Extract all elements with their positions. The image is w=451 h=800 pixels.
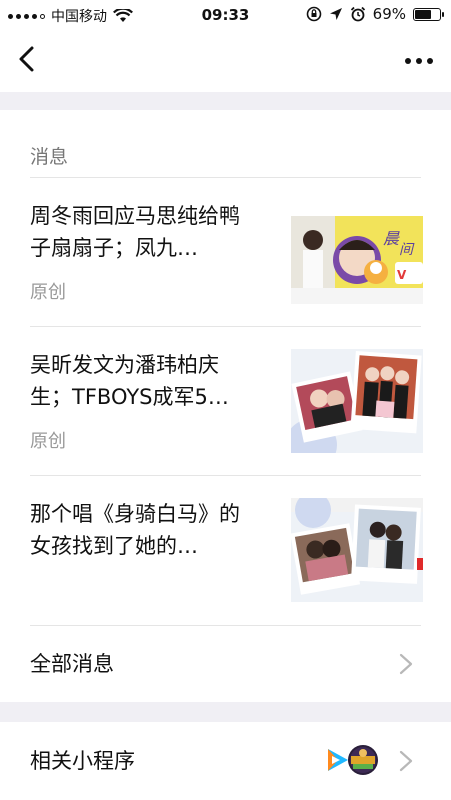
message-item[interactable]: 那个唱《身骑白马》的女孩找到了她的… (0, 476, 451, 624)
message-title: 周冬雨回应马思纯给鸭子扇扇子；凤九… (30, 204, 240, 260)
location-icon (329, 8, 342, 20)
all-messages-label: 全部消息 (30, 652, 114, 676)
message-thumbnail: 晨 间 V (291, 200, 423, 304)
message-title: 吴昕发文为潘玮柏庆生；TFBOYS成军5… (30, 353, 229, 409)
mini-program-icons (323, 744, 379, 776)
message-item[interactable]: 周冬雨回应马思纯给鸭子扇扇子；凤九… 原创 晨 间 V (0, 178, 451, 326)
message-title: 那个唱《身骑白马》的女孩找到了她的… (30, 502, 240, 558)
more-options-icon[interactable] (405, 58, 433, 64)
status-right: 69% (306, 5, 444, 23)
chevron-right-icon (399, 653, 413, 675)
message-thumbnail (291, 349, 423, 453)
svg-text:V: V (397, 268, 407, 282)
section-title: 消息 (30, 146, 69, 168)
mini-programs-label: 相关小程序 (30, 749, 135, 773)
chevron-right-icon (399, 750, 413, 772)
rotation-lock-icon (306, 6, 321, 22)
related-mini-programs-row[interactable]: 相关小程序 (0, 722, 451, 800)
battery-icon (413, 7, 444, 21)
message-item[interactable]: 吴昕发文为潘玮柏庆生；TFBOYS成军5… 原创 (0, 327, 451, 475)
message-tag: 原创 (30, 282, 66, 303)
status-bar: 中国移动 09:33 69% (0, 0, 451, 30)
message-tag: 原创 (30, 431, 66, 452)
battery-percent: 69% (372, 5, 406, 23)
alarm-icon (350, 6, 365, 22)
nav-bar (0, 30, 451, 92)
svg-text:晨: 晨 (383, 229, 400, 248)
svg-text:间: 间 (399, 242, 415, 258)
message-thumbnail (291, 498, 423, 602)
back-arrow-icon[interactable] (14, 44, 44, 74)
messages-card: 消息 周冬雨回应马思纯给鸭子扇扇子；凤九… 原创 晨 间 V 吴昕发文为潘玮柏庆… (0, 110, 451, 702)
all-messages-row[interactable]: 全部消息 (0, 625, 451, 702)
game-app-icon (348, 745, 378, 775)
